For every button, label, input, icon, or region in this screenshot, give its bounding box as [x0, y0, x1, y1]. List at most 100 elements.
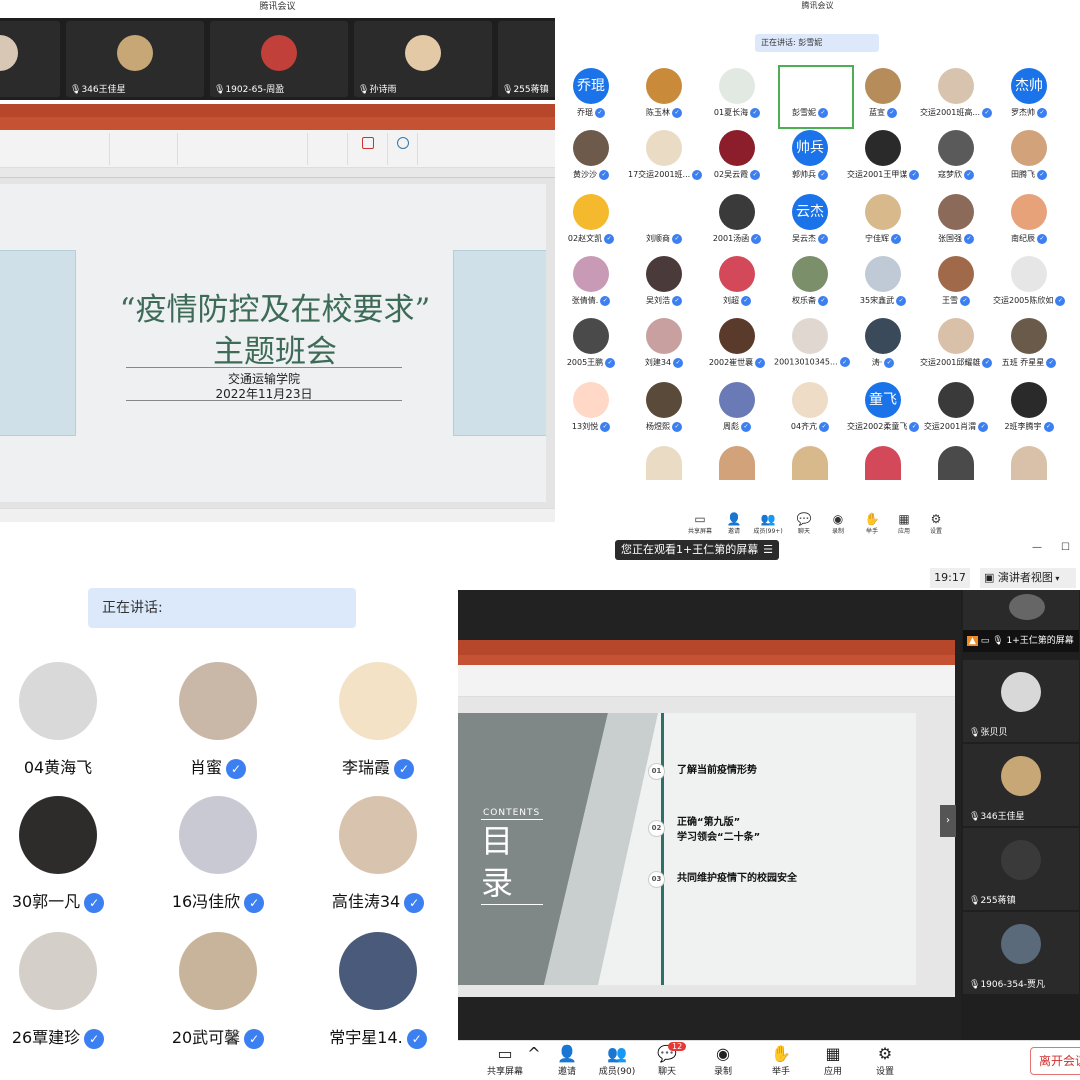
- apps-icon: ▦: [898, 512, 910, 526]
- video-tile[interactable]: 🎙 255蒋镇: [963, 828, 1079, 910]
- video-tile[interactable]: 🎙255蒋镇: [498, 21, 555, 97]
- participant-tile[interactable]: 01夏长海 ✓: [701, 68, 773, 130]
- mic-icon: ✓: [599, 169, 609, 180]
- mic-icon: ✓: [751, 233, 762, 244]
- participant-tile[interactable]: 寇梦欣 ✓: [920, 130, 992, 192]
- participant-tile[interactable]: 30郭一凡 ✓: [0, 796, 128, 913]
- chat-button[interactable]: 💬 聊天 12: [644, 1042, 690, 1077]
- video-tile[interactable]: 🎙 张贝贝: [963, 660, 1079, 742]
- video-tile[interactable]: 🎙 346王佳星: [963, 744, 1079, 826]
- video-tile[interactable]: 🎙1902-65-周盈: [210, 21, 348, 97]
- mic-icon: ✓: [394, 758, 414, 779]
- participant-tile[interactable]: 彭雪妮 ✓: [774, 68, 846, 130]
- participant-tile[interactable]: 20武可馨 ✓: [148, 932, 288, 1049]
- chevron-right-icon[interactable]: ›: [940, 805, 956, 837]
- participant-tile[interactable]: 杨煜熙 ✓: [628, 382, 700, 444]
- leave-meeting-button[interactable]: 离开会议: [1030, 1047, 1080, 1075]
- record-button[interactable]: ◉ 录制: [700, 1044, 746, 1077]
- participant-tile[interactable]: 乔琨 乔琨 ✓: [555, 68, 627, 130]
- participant-name: 交运2005陈欣如: [993, 296, 1054, 305]
- record-button[interactable]: ◉ 录制: [823, 512, 853, 535]
- participant-tile[interactable]: 陈玉林 ✓: [628, 68, 700, 130]
- participant-tile[interactable]: 周彪 ✓: [701, 382, 773, 444]
- participant-tile[interactable]: 黄沙沙 ✓: [555, 130, 627, 192]
- chat-button[interactable]: 💬 聊天: [789, 512, 819, 535]
- participant-tile[interactable]: 交运2001肖渭 ✓: [920, 382, 992, 444]
- minimize-icon[interactable]: —: [1032, 542, 1042, 553]
- participant-tile[interactable]: 帅兵 郭帅兵 ✓: [774, 130, 846, 192]
- participant-tile[interactable]: 02吴云霞 ✓: [701, 130, 773, 192]
- avatar: [339, 796, 417, 874]
- settings-button[interactable]: ⚙ 设置: [862, 1044, 908, 1077]
- settings-button[interactable]: ⚙ 设置: [921, 512, 951, 535]
- members-button[interactable]: 👥 成员(99+): [751, 512, 785, 535]
- apps-button[interactable]: ▦ 应用: [889, 512, 919, 535]
- participant-tile[interactable]: 02赵文凯 ✓: [555, 194, 627, 256]
- participant-tile[interactable]: 20013010345... ✓: [774, 318, 850, 380]
- participant-tile[interactable]: 04齐亢 ✓: [774, 382, 846, 444]
- participant-tile[interactable]: 五班 乔星星 ✓: [993, 318, 1065, 380]
- participant-tile[interactable]: 杰帅 罗杰帅 ✓: [993, 68, 1065, 130]
- gear-icon: ⚙: [877, 1044, 893, 1063]
- participant-tile[interactable]: 高佳涛34 ✓: [308, 796, 448, 913]
- raise-hand-button[interactable]: ✋ 举手: [758, 1044, 804, 1077]
- participant-tile[interactable]: 交运2005陈欣如 ✓: [993, 256, 1066, 318]
- mic-icon: ✓: [244, 1028, 265, 1049]
- participant-tile[interactable]: 常宇星14. ✓: [308, 932, 448, 1049]
- participant-tile[interactable]: 交运2001邱耀雄 ✓: [920, 318, 993, 380]
- participant-tile[interactable]: 童飞 交运2002柔童飞 ✓: [847, 382, 920, 444]
- menu-icon[interactable]: ☰: [763, 540, 773, 560]
- ribbon-group: [178, 133, 308, 165]
- view-switch[interactable]: ▣ 演讲者视图 ▾: [980, 568, 1076, 588]
- participant-tile[interactable]: 交运2001班高... ✓: [920, 68, 992, 130]
- participant-tile[interactable]: 宁佳辉 ✓: [847, 194, 919, 256]
- participant-tile[interactable]: 16冯佳欣 ✓: [148, 796, 288, 913]
- participant-tile[interactable]: 王雪 ✓: [920, 256, 992, 318]
- participant-tile[interactable]: 张倩倩. ✓: [555, 256, 627, 318]
- participant-tile[interactable]: 刘建34 ✓: [628, 318, 700, 380]
- invite-button[interactable]: 👤 邀请: [719, 512, 749, 535]
- participant-tile[interactable]: 蓝宣 ✓: [847, 68, 919, 130]
- video-tile[interactable]: 🎙孙诗雨: [354, 21, 492, 97]
- participant-tile[interactable]: 刘超 ✓: [701, 256, 773, 318]
- participant-tile[interactable]: 李瑞霞 ✓: [308, 662, 448, 779]
- ribbon: [458, 665, 955, 697]
- participant-tile[interactable]: 肖蜜 ✓: [148, 662, 288, 779]
- participant-tile[interactable]: 17交运2001班... ✓: [628, 130, 703, 192]
- participant-tile[interactable]: 13刘悦 ✓: [555, 382, 627, 444]
- participant-tile[interactable]: 南纪辰 ✓: [993, 194, 1065, 256]
- participant-tile[interactable]: 2002崔世襄 ✓: [701, 318, 773, 380]
- apps-button[interactable]: ▦ 应用: [810, 1044, 856, 1077]
- participant-name: 权乐斋: [792, 296, 816, 305]
- participant-tile[interactable]: 2005王鹏 ✓: [555, 318, 627, 380]
- participant-tile[interactable]: 吴刘浩 ✓: [628, 256, 700, 318]
- chevron-up-icon[interactable]: ^: [524, 1044, 544, 1064]
- powerpoint-titlebar: [0, 104, 555, 117]
- participant-tile[interactable]: 04黄海飞: [0, 662, 128, 778]
- participant-tile[interactable]: 涛· ✓: [847, 318, 919, 380]
- members-button[interactable]: 👥 成员(90): [594, 1044, 640, 1077]
- share-screen-button[interactable]: ▭ 共享屏幕: [482, 1044, 528, 1077]
- invite-button[interactable]: 👤 邀请: [544, 1044, 590, 1077]
- viewing-banner[interactable]: 您正在观看1+王仁第的屏幕 ☰: [615, 540, 779, 560]
- avatar: [719, 256, 755, 292]
- participant-tile[interactable]: 田腾飞 ✓: [993, 130, 1065, 192]
- maximize-icon[interactable]: ☐: [1061, 542, 1070, 553]
- participant-tile[interactable]: 2班李腾宇 ✓: [993, 382, 1065, 444]
- participant-tile[interactable]: 2001汤函 ✓: [701, 194, 773, 256]
- participant-name: 刘顺商: [646, 234, 670, 243]
- participant-tile[interactable]: 交运2001王甲谋 ✓: [847, 130, 920, 192]
- participant-tile[interactable]: 张国强 ✓: [920, 194, 992, 256]
- participant-tile[interactable]: 云杰 吴云杰 ✓: [774, 194, 846, 256]
- participant-tile[interactable]: 权乐斋 ✓: [774, 256, 846, 318]
- participant-tile[interactable]: 刘顺商 ✓: [628, 194, 700, 256]
- video-tile[interactable]: [0, 21, 60, 97]
- participant-name: 02赵文凯: [567, 234, 603, 243]
- raise-hand-button[interactable]: ✋ 举手: [857, 512, 887, 535]
- participant-tile[interactable]: 35宋鑫武 ✓: [847, 256, 919, 318]
- participant-tile[interactable]: 26覃建珍 ✓: [0, 932, 128, 1049]
- video-tile[interactable]: 🎙346王佳星: [66, 21, 204, 97]
- video-tile[interactable]: [963, 590, 1079, 634]
- share-screen-button[interactable]: ▭ 共享屏幕: [685, 512, 715, 535]
- video-tile[interactable]: 🎙 1906-354-贾凡: [963, 912, 1079, 994]
